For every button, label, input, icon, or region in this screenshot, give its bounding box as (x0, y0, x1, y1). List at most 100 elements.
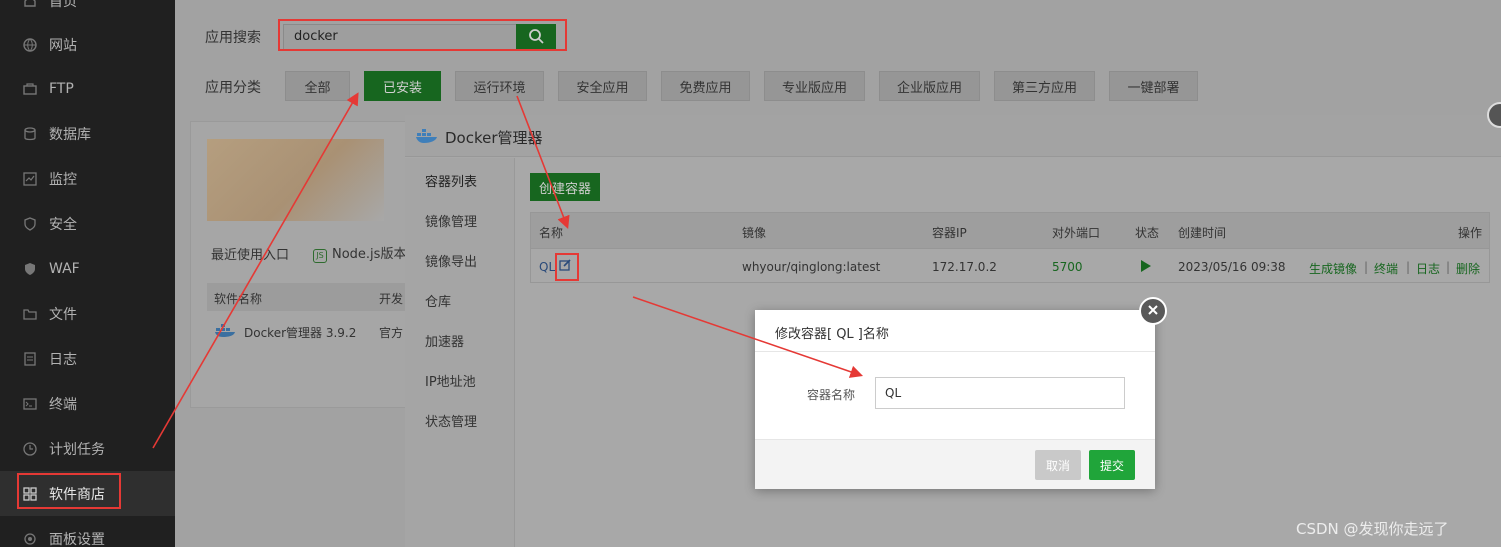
sidebar-item-cron[interactable]: 计划任务 (0, 426, 175, 471)
category-security[interactable]: 安全应用 (558, 71, 647, 101)
sidebar-item-label: 面板设置 (49, 531, 105, 547)
sidebar-item-label: 计划任务 (49, 441, 105, 458)
action-separator: | (1446, 260, 1451, 274)
nodejs-icon: JS (313, 249, 327, 263)
container-name-label: 容器名称 (807, 388, 856, 402)
container-table: 名称 镜像 容器IP 对外端口 状态 创建时间 操作 QL whyour/qin… (530, 212, 1490, 283)
docker-icon (415, 126, 439, 147)
sidebar-item-security[interactable]: 安全 (0, 201, 175, 246)
col-actions: 操作 (1458, 226, 1483, 240)
docker-nav-containers[interactable]: 容器列表 (425, 171, 477, 190)
modal-close-button[interactable] (1139, 297, 1167, 325)
sidebar-item-files[interactable]: 文件 (0, 291, 175, 336)
category-one-click[interactable]: 一键部署 (1109, 71, 1198, 101)
sidebar-item-label: 首页 (49, 0, 77, 10)
sidebar-item-waf[interactable]: WAF (0, 246, 175, 291)
container-table-header (531, 213, 1489, 249)
log-icon (22, 351, 38, 367)
sidebar-item-label: 监控 (49, 171, 77, 188)
col-status: 状态 (1135, 226, 1160, 240)
sidebar-item-logs[interactable]: 日志 (0, 336, 175, 381)
col-name: 名称 (539, 226, 564, 240)
sidebar-item-home[interactable]: 首页 (0, 0, 175, 23)
modal-title: 修改容器[ QL ]名称 (775, 327, 889, 342)
col-developer: 开发 (379, 292, 404, 306)
category-third-party[interactable]: 第三方应用 (994, 71, 1095, 101)
action-terminal[interactable]: 终端 (1374, 260, 1398, 277)
sidebar-item-terminal[interactable]: 终端 (0, 381, 175, 426)
folder-icon (22, 306, 38, 322)
docker-nav-image-export[interactable]: 镜像导出 (425, 251, 477, 270)
sidebar-item-label: 终端 (49, 396, 77, 413)
container-name[interactable]: QL (539, 260, 555, 274)
col-created: 创建时间 (1178, 226, 1227, 240)
shield-icon (22, 216, 38, 232)
sidebar-item-label: 数据库 (49, 126, 91, 143)
modal-header: 修改容器[ QL ]名称 (755, 310, 1155, 352)
action-separator: | (1406, 260, 1411, 274)
annotation-highlight-box (278, 19, 567, 51)
container-port[interactable]: 5700 (1052, 260, 1083, 274)
docker-nav-status[interactable]: 状态管理 (425, 411, 477, 430)
banner-image (207, 139, 384, 221)
docker-dialog-titlebar: Docker管理器 (405, 115, 1501, 157)
sidebar-item-label: WAF (49, 260, 80, 277)
action-generate-image[interactable]: 生成镜像 (1309, 260, 1357, 277)
action-delete[interactable]: 删除 (1456, 260, 1480, 277)
search-label: 应用搜索 (205, 30, 261, 46)
sidebar-item-label: 安全 (49, 216, 77, 233)
clock-icon (22, 441, 38, 457)
ftp-icon (22, 81, 38, 97)
recent-app-link[interactable]: JS Node.js版本管 (313, 243, 419, 263)
software-row-name: Docker管理器 3.9.2 (244, 326, 357, 340)
col-image: 镜像 (742, 226, 767, 240)
action-separator: | (1364, 260, 1369, 274)
home-icon (22, 0, 38, 9)
sidebar-item-label: 日志 (49, 351, 77, 368)
col-software-name: 软件名称 (214, 292, 263, 306)
docker-icon (214, 322, 238, 341)
docker-nav-images[interactable]: 镜像管理 (425, 211, 477, 230)
settings-icon (22, 531, 38, 547)
submit-button[interactable]: 提交 (1089, 450, 1135, 480)
sidebar-item-database[interactable]: 数据库 (0, 111, 175, 156)
action-logs[interactable]: 日志 (1416, 260, 1440, 277)
cancel-button[interactable]: 取消 (1035, 450, 1081, 480)
modal-footer: 取消 提交 (755, 439, 1155, 489)
container-name-input[interactable] (875, 377, 1125, 409)
col-port: 对外端口 (1052, 226, 1101, 240)
watermark: CSDN @发现你走远了 (1296, 520, 1449, 538)
docker-nav-registry[interactable]: 仓库 (425, 291, 451, 310)
category-installed[interactable]: 已安装 (364, 71, 441, 101)
waf-icon (22, 261, 38, 277)
sidebar-item-panel-settings[interactable]: 面板设置 (0, 516, 175, 547)
close-icon (1147, 304, 1159, 319)
col-ip: 容器IP (932, 226, 967, 240)
category-runtime[interactable]: 运行环境 (455, 71, 544, 101)
category-enterprise[interactable]: 企业版应用 (879, 71, 980, 101)
container-ip: 172.17.0.2 (932, 260, 997, 274)
sidebar: 首页 网站 FTP 数据库 监控 安全 WAF 文件 日志 终端 计划任务 软件… (0, 0, 175, 547)
sidebar-item-monitor[interactable]: 监控 (0, 156, 175, 201)
sidebar-item-label: FTP (49, 80, 74, 97)
database-icon (22, 126, 38, 142)
category-pro[interactable]: 专业版应用 (764, 71, 865, 101)
sidebar-item-label: 文件 (49, 306, 77, 323)
software-row-dev: 官方 (379, 326, 404, 340)
sidebar-item-website[interactable]: 网站 (0, 22, 175, 67)
container-created: 2023/05/16 09:38 (1178, 260, 1286, 274)
docker-nav-accelerator[interactable]: 加速器 (425, 331, 464, 350)
category-all[interactable]: 全部 (285, 71, 350, 101)
running-status-icon (1141, 260, 1151, 275)
category-label: 应用分类 (205, 80, 261, 96)
container-image: whyour/qinglong:latest (742, 260, 881, 274)
docker-dialog-title: Docker管理器 (445, 129, 543, 147)
monitor-icon (22, 171, 38, 187)
category-free[interactable]: 免费应用 (661, 71, 750, 101)
create-container-button[interactable]: 创建容器 (530, 173, 600, 201)
sidebar-item-ftp[interactable]: FTP (0, 66, 175, 111)
docker-nav-ip-pool[interactable]: IP地址池 (425, 371, 476, 390)
sidebar-item-label: 网站 (49, 37, 77, 54)
rename-container-modal: 修改容器[ QL ]名称 容器名称 取消 提交 (755, 310, 1155, 489)
annotation-highlight-box (555, 253, 579, 281)
